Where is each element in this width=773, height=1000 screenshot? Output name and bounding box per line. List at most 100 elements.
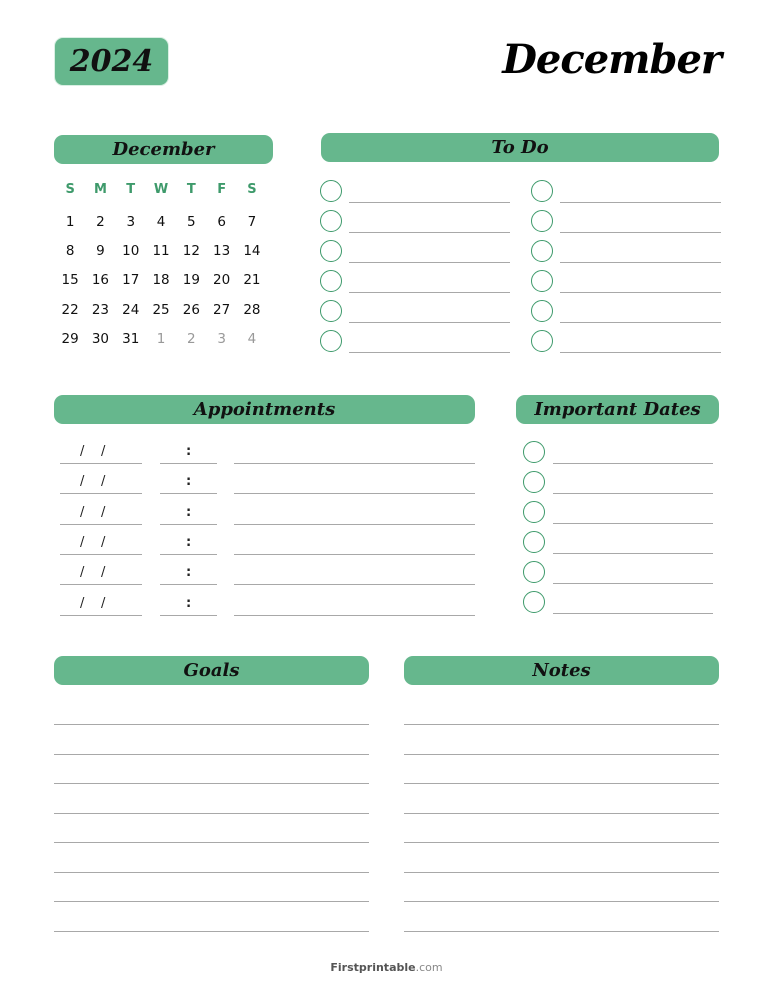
- checkbox-circle-icon[interactable]: [523, 531, 545, 553]
- note-line[interactable]: [404, 930, 719, 932]
- important-date-line[interactable]: [553, 492, 713, 494]
- checkbox-circle-icon[interactable]: [531, 270, 553, 292]
- todo-line[interactable]: [560, 201, 721, 203]
- todo-item[interactable]: [320, 206, 510, 236]
- checkbox-circle-icon[interactable]: [320, 300, 342, 322]
- checkbox-circle-icon[interactable]: [531, 180, 553, 202]
- goal-line[interactable]: [54, 812, 369, 814]
- calendar-day[interactable]: 10: [116, 236, 146, 265]
- calendar-day[interactable]: 13: [206, 236, 236, 265]
- calendar-day[interactable]: 28: [237, 295, 267, 324]
- calendar-day[interactable]: 17: [116, 266, 146, 295]
- date-field[interactable]: [60, 614, 142, 616]
- appointment-description-field[interactable]: [234, 614, 475, 616]
- todo-line[interactable]: [560, 321, 721, 323]
- important-date-item[interactable]: [523, 527, 713, 557]
- calendar-day[interactable]: 8: [55, 236, 85, 265]
- calendar-day[interactable]: 2: [85, 207, 115, 236]
- appointment-row[interactable]: / /:: [54, 557, 475, 587]
- checkbox-circle-icon[interactable]: [320, 330, 342, 352]
- note-line[interactable]: [404, 753, 719, 755]
- appointment-description-field[interactable]: [234, 523, 475, 525]
- goal-line[interactable]: [54, 930, 369, 932]
- appointment-row[interactable]: / /:: [54, 466, 475, 496]
- todo-item[interactable]: [320, 176, 510, 206]
- calendar-day[interactable]: 24: [116, 295, 146, 324]
- goal-line[interactable]: [54, 783, 369, 784]
- calendar-day[interactable]: 30: [85, 324, 115, 353]
- note-line[interactable]: [404, 901, 719, 902]
- calendar-day[interactable]: 22: [55, 295, 85, 324]
- todo-item[interactable]: [531, 206, 721, 236]
- important-date-item[interactable]: [523, 557, 713, 587]
- calendar-day[interactable]: 11: [146, 236, 176, 265]
- appointment-description-field[interactable]: [234, 493, 475, 495]
- calendar-day[interactable]: 26: [176, 295, 206, 324]
- calendar-day-adjacent[interactable]: 1: [146, 324, 176, 353]
- calendar-day[interactable]: 19: [176, 266, 206, 295]
- todo-item[interactable]: [531, 296, 721, 326]
- calendar-day-adjacent[interactable]: 3: [206, 324, 236, 353]
- time-field[interactable]: [160, 553, 217, 555]
- checkbox-circle-icon[interactable]: [523, 561, 545, 583]
- important-date-line[interactable]: [553, 582, 713, 584]
- checkbox-circle-icon[interactable]: [320, 210, 342, 232]
- todo-line[interactable]: [560, 291, 721, 293]
- todo-item[interactable]: [320, 326, 510, 356]
- todo-line[interactable]: [349, 291, 510, 293]
- date-field[interactable]: [60, 553, 142, 555]
- todo-line[interactable]: [560, 261, 721, 263]
- todo-item[interactable]: [320, 266, 510, 296]
- goal-line[interactable]: [54, 842, 369, 843]
- important-date-item[interactable]: [523, 497, 713, 527]
- todo-item[interactable]: [320, 236, 510, 266]
- important-date-line[interactable]: [553, 462, 713, 464]
- todo-line[interactable]: [349, 321, 510, 323]
- todo-item[interactable]: [320, 296, 510, 326]
- calendar-day[interactable]: 7: [237, 207, 267, 236]
- calendar-day[interactable]: 3: [116, 207, 146, 236]
- appointment-description-field[interactable]: [234, 553, 475, 555]
- note-line[interactable]: [404, 783, 719, 784]
- important-date-item[interactable]: [523, 587, 713, 617]
- important-date-line[interactable]: [553, 612, 713, 614]
- calendar-day[interactable]: 27: [206, 295, 236, 324]
- todo-item[interactable]: [531, 236, 721, 266]
- calendar-day-adjacent[interactable]: 4: [237, 324, 267, 353]
- calendar-day[interactable]: 12: [176, 236, 206, 265]
- calendar-day-adjacent[interactable]: 2: [176, 324, 206, 353]
- checkbox-circle-icon[interactable]: [523, 591, 545, 613]
- note-line[interactable]: [404, 724, 719, 725]
- todo-line[interactable]: [349, 201, 510, 203]
- goal-line[interactable]: [54, 753, 369, 755]
- todo-line[interactable]: [349, 231, 510, 233]
- time-field[interactable]: [160, 463, 217, 464]
- note-line[interactable]: [404, 812, 719, 814]
- calendar-day[interactable]: 16: [85, 266, 115, 295]
- important-date-item[interactable]: [523, 467, 713, 497]
- time-field[interactable]: [160, 614, 217, 616]
- appointment-row[interactable]: / /:: [54, 497, 475, 527]
- appointment-description-field[interactable]: [234, 584, 475, 586]
- calendar-day[interactable]: 9: [85, 236, 115, 265]
- calendar-day[interactable]: 1: [55, 207, 85, 236]
- checkbox-circle-icon[interactable]: [523, 441, 545, 463]
- goal-line[interactable]: [54, 724, 369, 725]
- checkbox-circle-icon[interactable]: [531, 240, 553, 262]
- calendar-day[interactable]: 20: [206, 266, 236, 295]
- checkbox-circle-icon[interactable]: [531, 210, 553, 232]
- goal-line[interactable]: [54, 901, 369, 902]
- time-field[interactable]: [160, 493, 217, 495]
- note-line[interactable]: [404, 842, 719, 843]
- calendar-day[interactable]: 31: [116, 324, 146, 353]
- time-field[interactable]: [160, 584, 217, 586]
- todo-item[interactable]: [531, 326, 721, 356]
- checkbox-circle-icon[interactable]: [523, 471, 545, 493]
- checkbox-circle-icon[interactable]: [523, 501, 545, 523]
- appointment-row[interactable]: / /:: [54, 527, 475, 557]
- important-date-line[interactable]: [553, 552, 713, 554]
- date-field[interactable]: [60, 584, 142, 586]
- appointment-row[interactable]: / /:: [54, 588, 475, 618]
- todo-item[interactable]: [531, 266, 721, 296]
- important-date-item[interactable]: [523, 437, 713, 467]
